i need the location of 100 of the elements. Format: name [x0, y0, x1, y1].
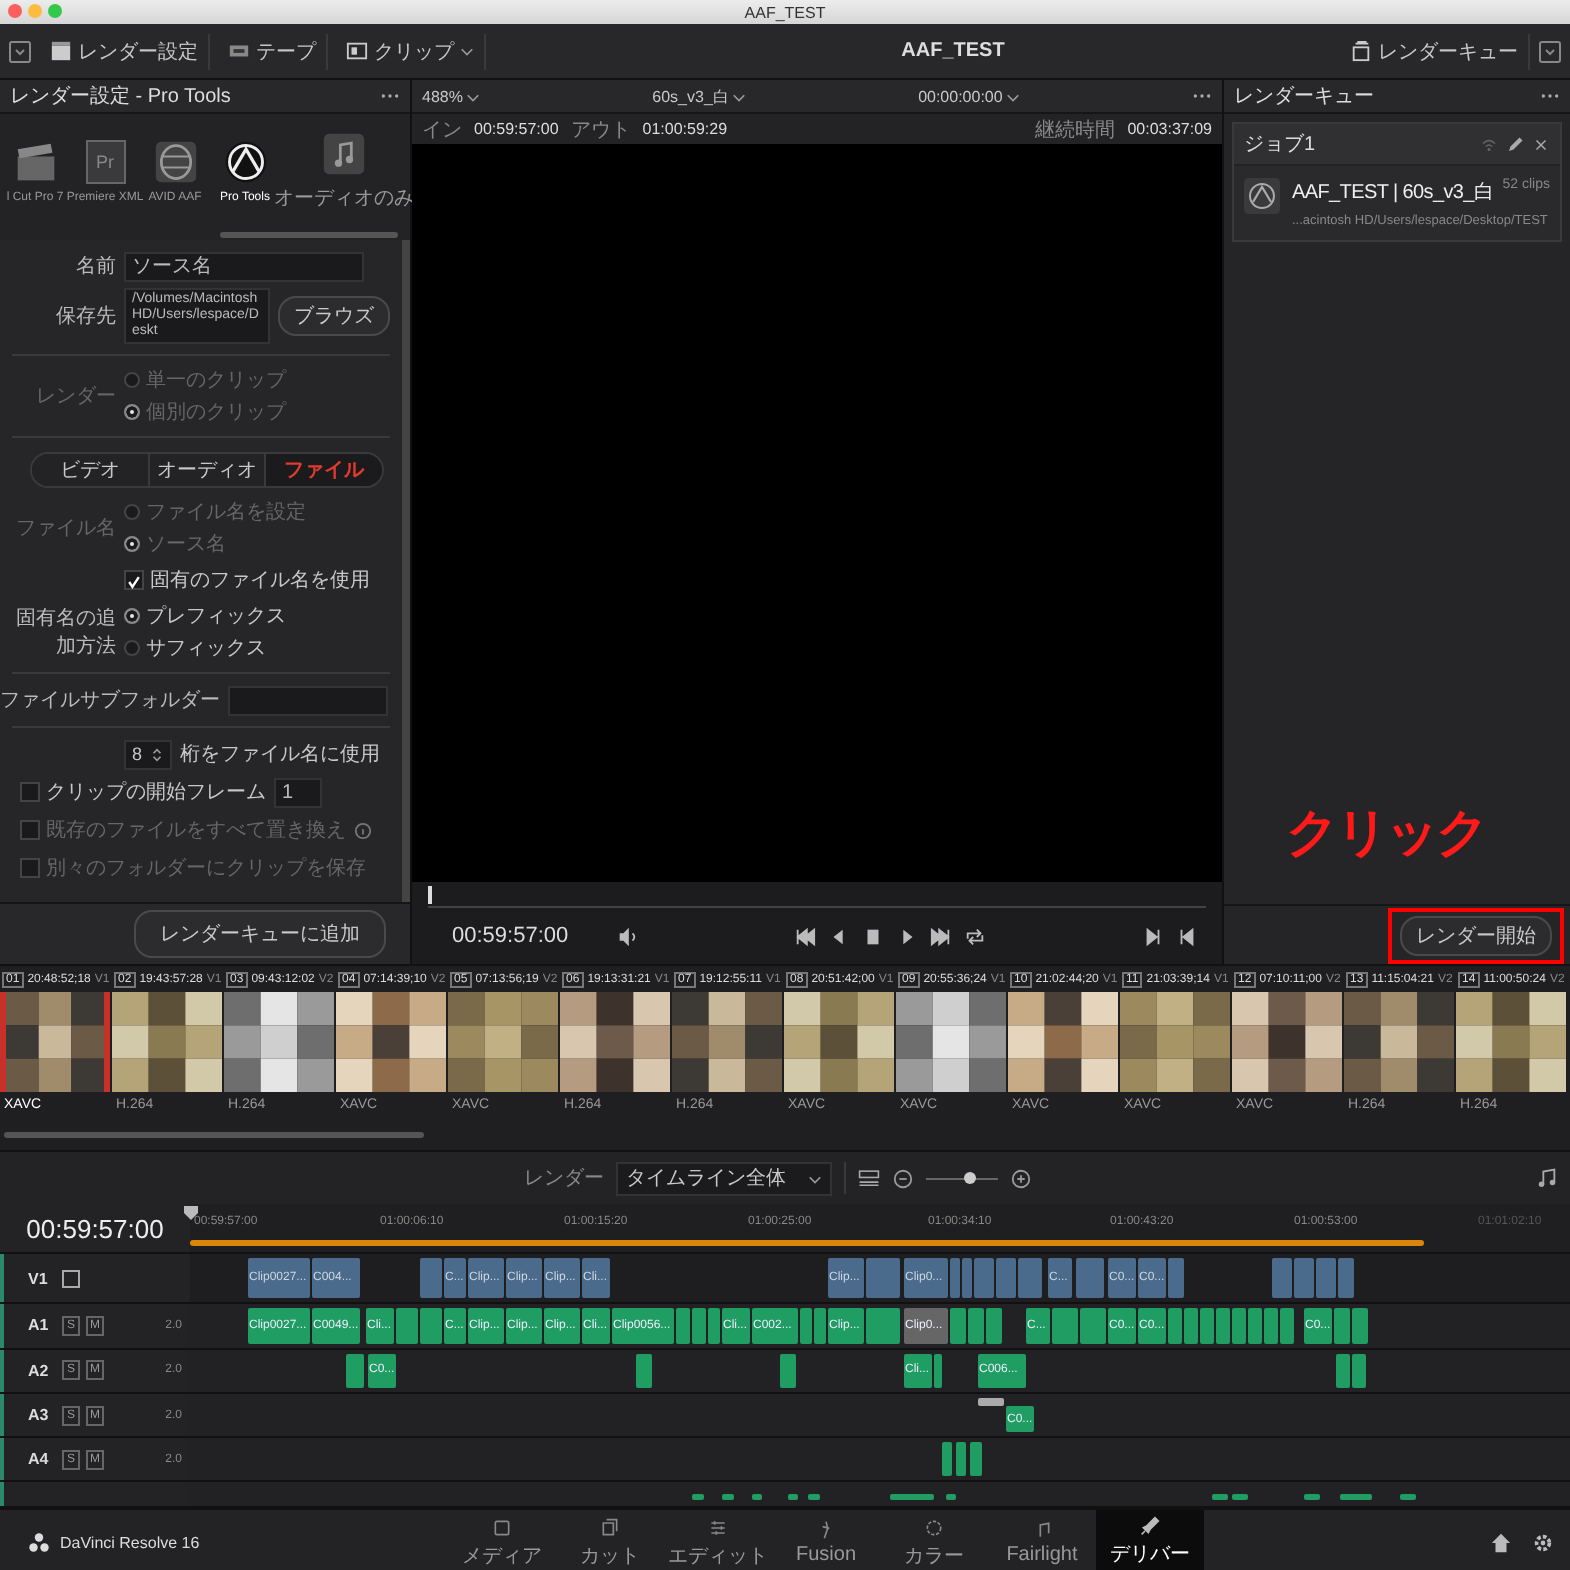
- clip-thumbnail[interactable]: [896, 992, 1006, 1092]
- clip-thumbnail[interactable]: [672, 992, 782, 1092]
- timeline-clip[interactable]: [1248, 1308, 1262, 1344]
- timeline-clip[interactable]: [996, 1258, 1016, 1299]
- panel-toggle-icon[interactable]: [1538, 39, 1562, 63]
- timeline-clip[interactable]: [1352, 1308, 1368, 1344]
- timeline-clip[interactable]: [1352, 1353, 1366, 1388]
- render-range-dropdown[interactable]: タイムライン全体: [616, 1161, 832, 1195]
- clip-thumbnail[interactable]: [336, 992, 446, 1092]
- timeline-clip[interactable]: [396, 1308, 418, 1344]
- toolbar-button[interactable]: レンダー設定: [40, 33, 210, 69]
- page-tab[interactable]: デリバー: [1096, 1510, 1204, 1570]
- page-tab[interactable]: カット: [556, 1510, 664, 1570]
- panel-toggle-icon[interactable]: [8, 39, 32, 63]
- pencil-icon[interactable]: [1506, 135, 1524, 153]
- radio-option[interactable]: サフィックス: [124, 634, 266, 663]
- browse-button[interactable]: ブラウズ: [278, 296, 390, 337]
- toolbar-button[interactable]: クリップ: [336, 33, 486, 69]
- skip-start-icon[interactable]: [794, 925, 817, 947]
- timeline-clip[interactable]: [968, 1308, 984, 1344]
- clip-thumbnail[interactable]: [1120, 992, 1230, 1092]
- close-icon[interactable]: [1532, 135, 1550, 153]
- start-frame-field[interactable]: 1: [274, 777, 322, 808]
- timeline-clip[interactable]: [780, 1353, 796, 1388]
- timeline-clip[interactable]: [692, 1308, 706, 1344]
- name-field[interactable]: ソース名: [124, 251, 364, 281]
- timeline-clip[interactable]: [974, 1258, 994, 1299]
- timeline-clip[interactable]: [934, 1353, 942, 1388]
- render-queue-button[interactable]: レンダーキュー: [1340, 33, 1530, 69]
- loop-icon[interactable]: [964, 925, 987, 947]
- more-icon[interactable]: [1192, 92, 1212, 100]
- checkbox-option[interactable]: クリップの開始フレーム: [20, 778, 266, 807]
- timeline-clip[interactable]: [962, 1258, 972, 1299]
- timeline-clip[interactable]: [866, 1258, 900, 1299]
- page-tab[interactable]: Fusion: [772, 1510, 880, 1570]
- timeline-view-icon[interactable]: [858, 1167, 880, 1189]
- timeline-clip[interactable]: [1052, 1308, 1078, 1344]
- page-tab[interactable]: エディット: [664, 1510, 772, 1570]
- volume-icon[interactable]: [616, 925, 639, 947]
- timeline-clip[interactable]: [1338, 1258, 1354, 1299]
- timeline-clip[interactable]: [1264, 1308, 1278, 1344]
- timeline-clip[interactable]: [1080, 1308, 1106, 1344]
- timeline-clip[interactable]: [1340, 1494, 1372, 1500]
- timeline-clip[interactable]: [814, 1308, 826, 1344]
- timeline-clip[interactable]: [636, 1353, 652, 1388]
- start-render-button[interactable]: レンダー開始: [1400, 915, 1552, 955]
- timeline-clip[interactable]: [722, 1494, 734, 1500]
- format-preset[interactable]: オーディオのみ: [280, 132, 408, 212]
- radio-button[interactable]: [124, 640, 140, 657]
- timeline-clip[interactable]: [1280, 1308, 1294, 1344]
- settings-tab[interactable]: ビデオ: [32, 454, 150, 487]
- mark-out-icon[interactable]: [1176, 925, 1198, 947]
- clip-thumbnail[interactable]: [784, 992, 894, 1092]
- timeline-clip[interactable]: [1334, 1308, 1350, 1344]
- checkbox[interactable]: [20, 782, 40, 803]
- zoom-dropdown[interactable]: 488%: [422, 87, 481, 105]
- clip-thumbnail[interactable]: [112, 992, 222, 1092]
- timeline-clip[interactable]: [950, 1258, 960, 1299]
- more-icon[interactable]: [380, 92, 400, 100]
- clip-thumbnail[interactable]: [560, 992, 670, 1092]
- clip-thumbnail[interactable]: [448, 992, 558, 1092]
- timeline-clip[interactable]: [800, 1308, 812, 1344]
- zoom-out-icon[interactable]: [892, 1167, 914, 1189]
- page-tab[interactable]: カラー: [880, 1510, 988, 1570]
- settings-icon[interactable]: [1532, 1532, 1554, 1554]
- checkbox[interactable]: [124, 570, 144, 591]
- skip-end-icon[interactable]: [930, 925, 953, 947]
- timeline-clip[interactable]: [978, 1397, 1004, 1406]
- timeline-clip[interactable]: [956, 1442, 966, 1477]
- clip-thumbnail[interactable]: [224, 992, 334, 1092]
- timeline-clip[interactable]: [1076, 1258, 1104, 1299]
- radio-button[interactable]: [124, 608, 140, 625]
- timeline-clip[interactable]: [1232, 1308, 1246, 1344]
- radio-option[interactable]: プレフィックス: [124, 602, 286, 631]
- track-toggle[interactable]: [62, 1269, 80, 1288]
- settings-tab[interactable]: ファイル: [266, 454, 382, 487]
- page-tab[interactable]: Fairlight: [988, 1510, 1096, 1570]
- timeline-clip[interactable]: [1272, 1258, 1292, 1299]
- timeline-clip[interactable]: [346, 1353, 364, 1388]
- timeline-clip[interactable]: [420, 1258, 442, 1299]
- timeline-clip[interactable]: [950, 1308, 966, 1344]
- checkbox-option[interactable]: 固有のファイル名を使用: [124, 566, 370, 595]
- subfolder-field[interactable]: [228, 685, 388, 716]
- timeline-clip[interactable]: [420, 1308, 442, 1344]
- timeline-clip[interactable]: [866, 1308, 900, 1344]
- home-icon[interactable]: [1490, 1532, 1512, 1554]
- clip-thumbnail[interactable]: [1456, 992, 1566, 1092]
- timeline-clip[interactable]: [1294, 1258, 1314, 1299]
- signal-icon[interactable]: [1480, 135, 1498, 153]
- digits-field[interactable]: 8: [124, 739, 173, 770]
- add-to-queue-button[interactable]: レンダーキューに追加: [134, 910, 386, 958]
- timeline-clip[interactable]: [1168, 1258, 1184, 1299]
- timeline-clip[interactable]: [752, 1494, 762, 1500]
- clip-thumbnail[interactable]: [0, 992, 110, 1092]
- timeline-clip[interactable]: [970, 1442, 982, 1477]
- timeline-clip[interactable]: [1184, 1308, 1198, 1344]
- timeline-clip[interactable]: [676, 1308, 690, 1344]
- clip-thumbnail[interactable]: [1232, 992, 1342, 1092]
- more-icon[interactable]: [1540, 92, 1560, 100]
- zoom-in-icon[interactable]: [1010, 1167, 1032, 1189]
